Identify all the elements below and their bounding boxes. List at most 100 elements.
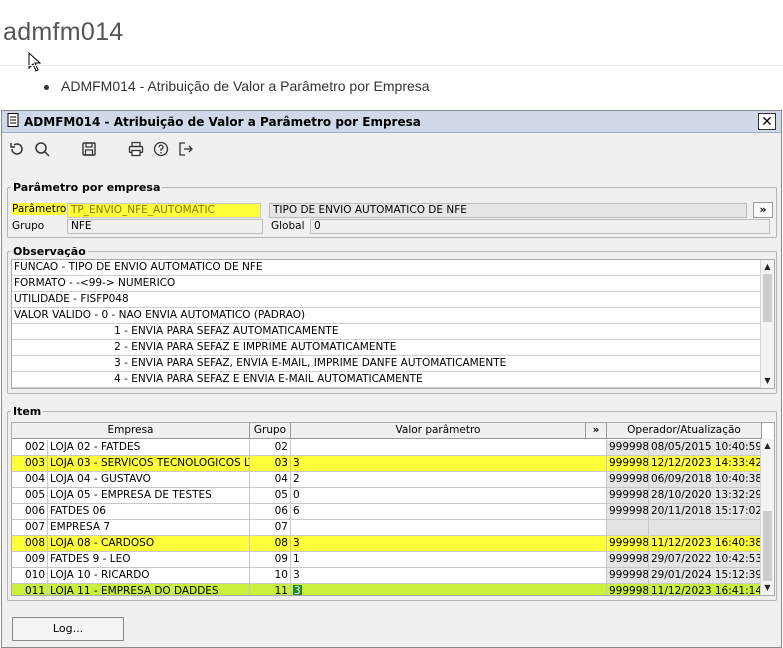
cell-grupo: 11 (250, 584, 291, 595)
search-icon[interactable] (31, 138, 53, 160)
cell-code: 004 (12, 472, 48, 487)
cell-valor[interactable]: 2 (291, 472, 607, 487)
observacao-group: Observação FUNCAO - TIPO DE ENVIO AUTOMA… (7, 245, 777, 394)
grid-header: Empresa Grupo Valor parâmetro » Operador… (12, 423, 762, 439)
item-legend: Item (13, 405, 42, 418)
document-icon (7, 113, 19, 130)
cell-code: 006 (12, 504, 48, 519)
obs-line: VALOR VALIDO - 0 - NAO ENVIA AUTOMATICO … (12, 308, 774, 324)
obs-line: 1 - ENVIA PARA SEFAZ AUTOMATICAMENTE (12, 324, 774, 340)
cell-empresa: LOJA 05 - EMPRESA DE TESTES (48, 488, 250, 503)
cell-operador: 999998 (609, 536, 649, 551)
cell-empresa: LOJA 11 - EMPRESA DO DADDES (48, 584, 250, 595)
table-row[interactable]: 002 LOJA 02 - FATDES 02 999998 08/05/2015 10… (12, 440, 762, 456)
page-title: admfm014 (3, 18, 124, 46)
obs-line: FUNCAO - TIPO DE ENVIO AUTOMATICO DE NFE (12, 260, 774, 276)
cell-grupo: 09 (250, 552, 291, 567)
cell-code: 002 (12, 440, 48, 455)
cell-operador: 999998 (607, 488, 649, 503)
cell-valor[interactable] (291, 440, 607, 455)
col-header-grupo[interactable]: Grupo (250, 423, 291, 438)
cell-grupo: 02 (250, 440, 291, 455)
parametro-label: Parâmetro (12, 203, 67, 215)
scroll-thumb[interactable] (763, 274, 772, 322)
obs-line: UTILIDADE - FISFP048 (12, 292, 774, 308)
cell-code: 008 (12, 536, 48, 551)
table-row[interactable]: 007 EMPRESA 7 07 (12, 520, 762, 536)
close-button[interactable]: ✕ (758, 113, 776, 130)
scroll-thumb[interactable] (763, 511, 772, 581)
col-header-operador[interactable]: Operador/Atualização (607, 423, 762, 438)
scroll-down-icon[interactable]: ▼ (761, 375, 774, 387)
table-row[interactable]: 008 LOJA 08 - CARDOSO 08 3 999998 11/12/2023 … (12, 536, 762, 552)
cell-empresa: LOJA 10 - RICARDO (48, 568, 250, 583)
col-header-empresa[interactable]: Empresa (12, 423, 250, 438)
cell-data: 11/12/2023 16:40:38 (651, 536, 762, 551)
cell-valor[interactable]: 1 (291, 552, 607, 567)
scroll-up-icon[interactable]: ▲ (761, 261, 774, 273)
obs-line: FORMATO - -<99-> NUMERICO (12, 276, 774, 292)
cell-empresa: LOJA 02 - FATDES (48, 440, 250, 455)
cell-grupo: 08 (250, 536, 291, 551)
cell-data: 06/09/2018 10:40:38 (649, 472, 762, 487)
breadcrumb-label: ADMFM014 - Atribuição de Valor a Parâmet… (61, 78, 430, 94)
table-row[interactable]: 011 LOJA 11 - EMPRESA DO DADDES 11 3 999998 1… (12, 584, 762, 595)
print-icon[interactable] (125, 138, 147, 160)
toolbar (2, 133, 781, 165)
observacao-textarea[interactable]: FUNCAO - TIPO DE ENVIO AUTOMATICO DE NFE… (11, 259, 775, 389)
obs-line: 2 - ENVIA PARA SEFAZ E IMPRIME AUTOMATIC… (12, 340, 774, 356)
cell-operador: 999998 (607, 584, 649, 595)
global-label: Global (271, 220, 305, 232)
cell-code: 003 (12, 456, 48, 471)
cell-data (649, 520, 762, 535)
exit-icon[interactable] (175, 138, 197, 160)
cell-valor-selection[interactable]: 3 (293, 585, 302, 595)
parametro-legend: Parâmetro por empresa (13, 181, 161, 194)
observacao-scrollbar[interactable]: ▲ ▼ (760, 260, 774, 388)
item-grid-scrollbar[interactable]: ▲ ▼ (760, 439, 774, 595)
cell-valor[interactable]: 6 (291, 504, 607, 519)
cell-valor[interactable]: 3 (291, 584, 607, 595)
breadcrumb: ADMFM014 - Atribuição de Valor a Parâmet… (44, 78, 430, 94)
table-row[interactable]: 005 LOJA 05 - EMPRESA DE TESTES 05 0 999998 2… (12, 488, 762, 504)
scroll-up-icon[interactable]: ▲ (761, 440, 774, 452)
cell-grupo: 06 (250, 504, 291, 519)
more-button[interactable]: » (753, 202, 773, 218)
save-icon[interactable] (78, 138, 100, 160)
cell-grupo: 05 (250, 488, 291, 503)
cell-valor[interactable]: 3 (291, 456, 607, 471)
table-row[interactable]: 003 LOJA 03 - SERVICOS TECNOLOGICOS LTDA 0… (12, 456, 762, 472)
parametro-field[interactable]: TP_ENVIO_NFE_AUTOMATIC (67, 203, 261, 218)
help-icon[interactable] (150, 138, 172, 160)
divider (0, 65, 783, 66)
table-row[interactable]: 009 FATDES 9 - LEO 09 1 999998 29/07/2022 10:… (12, 552, 762, 568)
col-header-more[interactable]: » (586, 423, 607, 438)
cell-grupo: 04 (250, 472, 291, 487)
cell-code: 005 (12, 488, 48, 503)
table-row[interactable]: 004 LOJA 04 - GUSTAVO 04 2 999998 06/09/2018 … (12, 472, 762, 488)
cell-data: 28/10/2020 13:32:29 (649, 488, 762, 503)
cell-valor[interactable]: 0 (291, 488, 607, 503)
cell-data: 20/11/2018 15:17:02 (649, 504, 762, 519)
log-button[interactable]: Log... (12, 617, 124, 641)
cell-grupo: 07 (250, 520, 291, 535)
obs-line: 4 - ENVIA PARA SEFAZ E ENVIA E-MAIL AUTO… (12, 372, 774, 388)
cell-empresa: LOJA 08 - CARDOSO (48, 536, 250, 551)
cell-code: 010 (12, 568, 48, 583)
cell-grupo: 03 (250, 456, 291, 471)
cell-operador: 999998 (609, 456, 649, 471)
cell-empresa: FATDES 9 - LEO (48, 552, 250, 567)
cell-operador: 999998 (607, 472, 649, 487)
undo-icon[interactable] (6, 138, 28, 160)
global-field: 0 (310, 219, 770, 234)
cell-valor[interactable] (291, 520, 607, 535)
cell-valor[interactable]: 3 (291, 536, 607, 551)
table-row[interactable]: 010 LOJA 10 - RICARDO 10 3 999998 29/01/2024 … (12, 568, 762, 584)
table-row[interactable]: 006 FATDES 06 06 6 999998 20/11/2018 15:17:02 (12, 504, 762, 520)
cell-code: 009 (12, 552, 48, 567)
col-header-valor[interactable]: Valor parâmetro (291, 423, 586, 438)
cell-valor[interactable]: 3 (291, 568, 607, 583)
scroll-down-icon[interactable]: ▼ (761, 582, 774, 594)
form-window: ADMFM014 - Atribuição de Valor a Parâmet… (1, 110, 782, 648)
cell-empresa: FATDES 06 (48, 504, 250, 519)
